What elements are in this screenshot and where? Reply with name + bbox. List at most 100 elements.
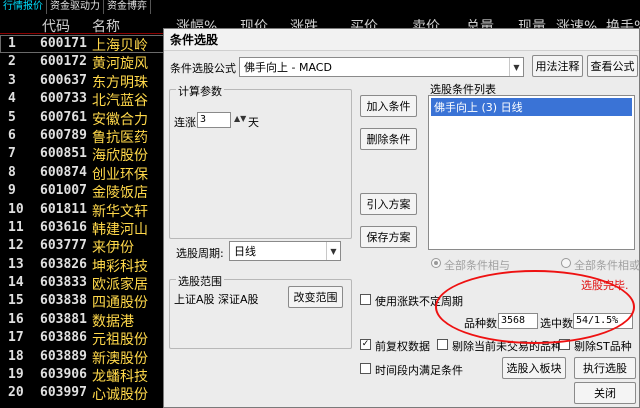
table-row[interactable]: 16 603881 数据港	[0, 311, 170, 330]
table-row[interactable]: 11 603616 韩建河山	[0, 219, 170, 238]
table-row[interactable]: 1 600171 上海贝岭	[0, 35, 170, 54]
range-value: 上证A股 深证A股	[174, 293, 259, 306]
table-row[interactable]: 13 603826 坤彩科技	[0, 256, 170, 275]
stock-code: 603906	[40, 367, 87, 383]
stock-code: 601811	[40, 201, 87, 217]
change-range-button[interactable]: 改变范围	[288, 286, 343, 308]
table-row[interactable]: 10 601811 新华文轩	[0, 201, 170, 220]
stock-code: 603997	[40, 385, 87, 401]
delete-condition-button[interactable]: 删除条件	[360, 128, 417, 150]
table-row[interactable]: 2 600172 黄河旋风	[0, 53, 170, 73]
adjust-label: 前复权数据	[375, 340, 430, 353]
table-row[interactable]: 18 603889 新澳股份	[0, 348, 170, 367]
row-number: 11	[8, 219, 24, 235]
row-number: 13	[8, 256, 24, 272]
row-number: 17	[8, 330, 24, 346]
table-row[interactable]: 6 600789 鲁抗医药	[0, 127, 170, 146]
stock-code: 603777	[40, 238, 87, 254]
exclude-st-label: 剔除ST品种	[574, 340, 632, 353]
table-row[interactable]: 19 603906 龙蟠科技	[0, 366, 170, 386]
stock-name: 元祖股份	[92, 332, 148, 349]
time-condition-checkbox[interactable]	[360, 363, 371, 374]
stock-name: 金陵饭店	[92, 185, 148, 202]
exclude-st-checkbox[interactable]	[559, 339, 570, 350]
import-scheme-button[interactable]: 引入方案	[360, 193, 417, 215]
stock-code: 601007	[40, 183, 87, 199]
condition-list[interactable]: 佛手向上 (3) 日线	[428, 95, 635, 250]
stock-name: 坤彩科技	[92, 258, 148, 275]
row-number: 2	[8, 54, 16, 70]
execute-button[interactable]: 执行选股	[574, 357, 636, 379]
close-button[interactable]: 关闭	[574, 382, 636, 404]
add-condition-button[interactable]: 加入条件	[360, 95, 417, 117]
table-row[interactable]: 15 603838 四通股份	[0, 292, 170, 311]
stock-name: 韩建河山	[92, 221, 148, 238]
row-number: 1	[8, 36, 16, 51]
radio-and[interactable]	[431, 258, 441, 268]
table-row[interactable]: 7 600851 海欣股份	[0, 145, 170, 164]
done-status: 选股完毕.	[581, 279, 629, 292]
stepper-arrows-icon[interactable]: ▲▼	[234, 114, 246, 123]
adjust-checkbox[interactable]: ✓	[360, 339, 371, 350]
row-number: 15	[8, 293, 24, 309]
table-row[interactable]: 4 600733 北汽蓝谷	[0, 90, 170, 110]
stock-name: 北汽蓝谷	[92, 93, 148, 110]
stock-name: 心诚股份	[92, 387, 148, 404]
row-number: 6	[8, 127, 16, 143]
stock-name: 安徽合力	[92, 111, 148, 128]
table-row[interactable]: 3 600637 东方明珠	[0, 72, 170, 91]
stock-code: 600874	[40, 164, 87, 180]
table-row[interactable]: 8 600874 创业环保	[0, 164, 170, 183]
stock-name: 新澳股份	[92, 350, 148, 367]
chevron-down-icon: ▼	[509, 58, 523, 76]
period-value: 日线	[234, 245, 256, 258]
count-value: 3568	[498, 313, 538, 329]
variable-period-label: 使用涨跌不定周期	[375, 295, 463, 308]
save-scheme-button[interactable]: 保存方案	[360, 226, 417, 248]
exclude-halt-label: 剔除当前未交易的品种	[452, 340, 562, 353]
row-number: 5	[8, 109, 16, 125]
period-select[interactable]: 日线 ▼	[229, 241, 341, 261]
radio-or[interactable]	[561, 258, 571, 268]
stock-code: 603826	[40, 256, 87, 272]
row-number: 7	[8, 146, 16, 162]
variable-period-checkbox[interactable]	[360, 294, 371, 305]
count-label: 品种数	[464, 317, 497, 330]
tab-capital-game[interactable]: 资金博弈	[104, 0, 151, 14]
to-block-button[interactable]: 选股入板块	[502, 357, 566, 379]
radio-and-label: 全部条件相与	[444, 259, 510, 272]
table-row[interactable]: 14 603833 欧派家居	[0, 274, 170, 293]
stock-name: 上海贝岭	[92, 38, 148, 54]
col-name[interactable]: 名称	[92, 16, 120, 36]
stock-code: 600171	[40, 36, 87, 51]
stock-name: 创业环保	[92, 166, 148, 183]
usage-button[interactable]: 用法注释	[532, 55, 583, 77]
stock-name: 新华文轩	[92, 203, 148, 220]
col-code[interactable]: 代码	[42, 16, 70, 36]
table-row[interactable]: 17 603886 元祖股份	[0, 329, 170, 349]
stock-name: 黄河旋风	[92, 56, 148, 73]
formula-value: 佛手向上 - MACD	[244, 61, 332, 74]
table-row[interactable]: 20 603997 心诚股份	[0, 384, 170, 404]
time-condition-label: 时间段内满足条件	[375, 364, 463, 377]
range-title: 选股范围	[176, 273, 224, 289]
stock-code: 603889	[40, 348, 87, 364]
condition-list-item[interactable]: 佛手向上 (3) 日线	[431, 98, 632, 116]
stock-name: 龙蟠科技	[92, 369, 148, 386]
stock-name: 鲁抗医药	[92, 129, 148, 146]
stock-name: 东方明珠	[92, 74, 148, 91]
table-row[interactable]: 5 600761 安徽合力	[0, 109, 170, 128]
table-row[interactable]: 9 601007 金陵饭店	[0, 182, 170, 202]
formula-select[interactable]: 佛手向上 - MACD ▼	[239, 57, 524, 77]
tab-capital-driver[interactable]: 资金驱动力	[47, 0, 104, 14]
stock-name: 来伊份	[92, 240, 134, 257]
tab-quotes[interactable]: 行情报价	[0, 0, 47, 14]
view-formula-button[interactable]: 查看公式	[587, 55, 638, 77]
dialog-titlebar[interactable]: 条件选股	[164, 29, 639, 51]
stock-list: 1 600171 上海贝岭 2 600172 黄河旋风 3 600637 东方明珠 4 600733…	[0, 35, 170, 403]
param-input[interactable]: 3	[197, 112, 231, 128]
stock-code: 600637	[40, 72, 87, 88]
row-number: 8	[8, 164, 16, 180]
exclude-halt-checkbox[interactable]	[437, 339, 448, 350]
table-row[interactable]: 12 603777 来伊份	[0, 237, 170, 257]
